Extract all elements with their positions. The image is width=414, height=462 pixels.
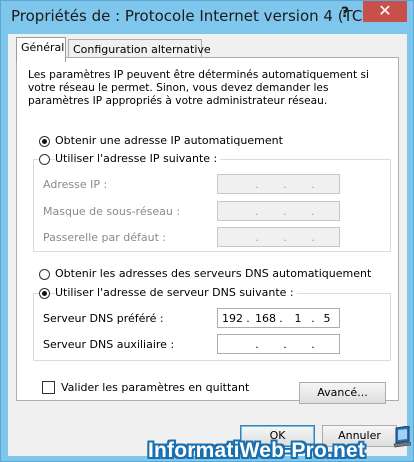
ip-auto-radio[interactable] — [39, 136, 50, 147]
validate-on-exit-label[interactable]: Valider les paramètres en quittant — [61, 381, 249, 394]
ip-manual-radio[interactable] — [39, 154, 50, 165]
watermark-text: InformatiWeb-Pro.net — [148, 439, 366, 462]
dialog-window: Propriétés de : Protocole Internet versi… — [0, 0, 414, 462]
laptop-icon — [393, 426, 411, 448]
ip-manual-label[interactable]: Utiliser l'adresse IP suivante : — [55, 152, 221, 165]
dns-auto-label[interactable]: Obtenir les adresses des serveurs DNS au… — [55, 267, 371, 280]
preferred-dns-label: Serveur DNS préféré : — [43, 312, 164, 325]
alternate-dns-field[interactable]: . . . — [217, 334, 340, 354]
watermark-logo: InformatiWeb-Pro.net — [148, 439, 398, 462]
subnet-mask-field: . . . — [217, 201, 340, 221]
ip-address-label: Adresse IP : — [43, 178, 108, 191]
alternate-dns-label: Serveur DNS auxiliaire : — [43, 338, 175, 351]
ip-auto-label[interactable]: Obtenir une adresse IP automatiquement — [55, 134, 283, 147]
subnet-mask-label: Masque de sous-réseau : — [43, 205, 181, 218]
dns-auto-radio[interactable] — [39, 269, 50, 280]
general-tab-panel: Les paramètres IP peuvent être déterminé… — [16, 57, 399, 401]
validate-on-exit-checkbox[interactable] — [42, 381, 55, 394]
preferred-dns-field[interactable]: 192 . 168 . 1 . 5 — [217, 308, 340, 328]
intro-text: Les paramètres IP peuvent être déterminé… — [28, 69, 369, 107]
dns-manual-label[interactable]: Utiliser l'adresse de serveur DNS suivan… — [55, 286, 297, 299]
title-bar[interactable]: Propriétés de : Protocole Internet versi… — [1, 1, 413, 33]
dns-manual-radio[interactable] — [39, 288, 50, 299]
tab-general[interactable]: Général — [16, 37, 66, 62]
help-button[interactable]: ? — [334, 3, 356, 23]
advanced-button[interactable]: Avancé... — [299, 382, 386, 404]
default-gateway-label: Passerelle par défaut : — [43, 231, 167, 244]
dialog-client-area: Général Configuration alternative Les pa… — [8, 34, 407, 462]
ip-address-field: . . . — [217, 174, 340, 194]
default-gateway-field: . . . — [217, 227, 340, 247]
window-title: Propriétés de : Protocole Internet versi… — [11, 7, 377, 25]
close-button[interactable]: ✕ — [363, 1, 407, 22]
